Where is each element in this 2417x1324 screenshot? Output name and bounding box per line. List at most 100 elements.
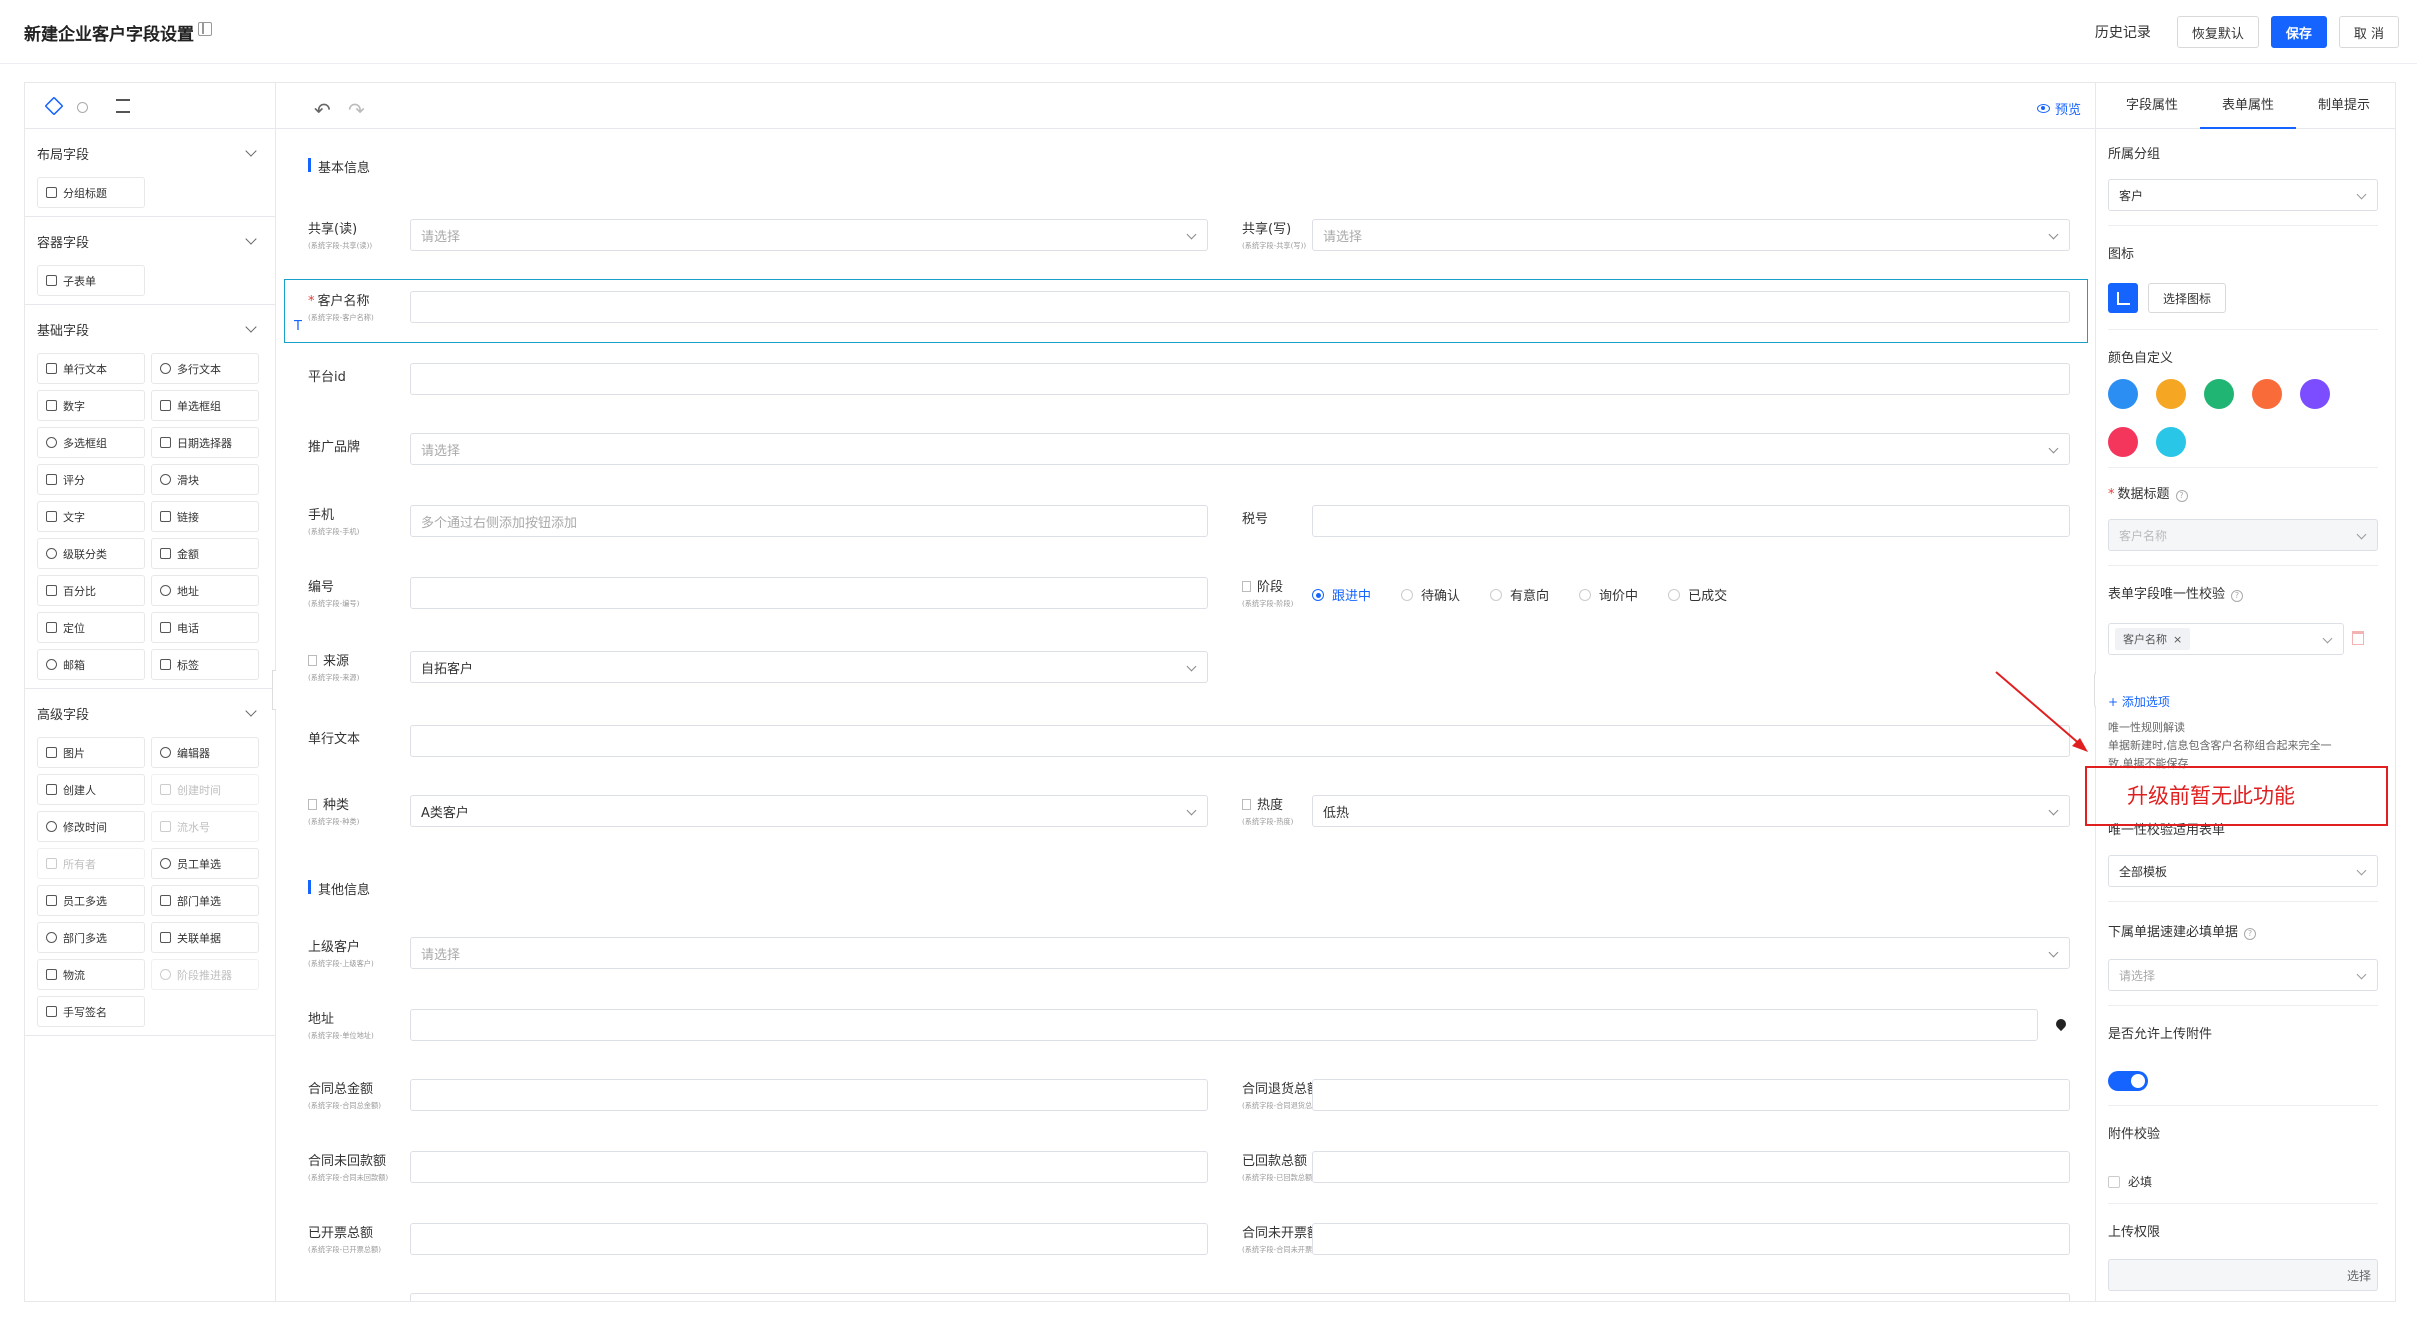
- history-link[interactable]: 历史记录: [2095, 22, 2151, 42]
- palette-field-item[interactable]: 电话: [151, 612, 259, 643]
- palette-field-item[interactable]: 子表单: [37, 265, 145, 296]
- palette-field-item[interactable]: 员工单选: [151, 848, 259, 879]
- contract-unpaid-input[interactable]: [410, 1151, 1208, 1183]
- brand-select[interactable]: 请选择: [410, 433, 2070, 465]
- platform-id-input[interactable]: [410, 363, 2070, 395]
- palette-field-item[interactable]: 邮箱: [37, 649, 145, 680]
- panel-toggle-icon[interactable]: [198, 22, 212, 36]
- palette-field-item[interactable]: 修改时间: [37, 811, 145, 842]
- field-type-icon: [46, 932, 57, 943]
- palette-field-item[interactable]: 地址: [151, 575, 259, 606]
- color-swatch[interactable]: [2156, 379, 2186, 409]
- palette-field-item[interactable]: 多选框组: [37, 427, 145, 458]
- trash-icon[interactable]: [2352, 631, 2364, 645]
- restore-default-button[interactable]: 恢复默认: [2176, 16, 2259, 48]
- stage-option[interactable]: 待确认: [1401, 585, 1460, 604]
- icon-label: 图标: [2108, 247, 2135, 262]
- required-docs-select[interactable]: 请选择: [2108, 959, 2378, 991]
- contract-total-input[interactable]: [410, 1079, 1208, 1111]
- component-cube-icon[interactable]: [44, 95, 64, 116]
- palette-field-item[interactable]: 级联分类: [37, 538, 145, 569]
- palette-field-item[interactable]: 数字: [37, 390, 145, 421]
- palette-field-item[interactable]: 文字: [37, 501, 145, 532]
- palette-field-item[interactable]: 单行文本: [37, 353, 145, 384]
- location-pin-icon[interactable]: [2053, 1016, 2069, 1032]
- redo-icon[interactable]: ↷: [348, 98, 365, 122]
- cancel-button[interactable]: 取 消: [2338, 16, 2399, 48]
- field-type-icon: [160, 511, 171, 522]
- single-text-input[interactable]: [410, 725, 2070, 757]
- palette-group-header[interactable]: 高级字段: [25, 689, 275, 737]
- tab-field-props[interactable]: 字段属性: [2104, 83, 2200, 129]
- palette-group-header[interactable]: 容器字段: [25, 217, 275, 265]
- palette-field-item[interactable]: 标签: [151, 649, 259, 680]
- add-option-link[interactable]: + 添加选项: [2108, 693, 2170, 710]
- code-input[interactable]: [410, 577, 1208, 609]
- tax-input[interactable]: [1312, 505, 2070, 537]
- palette-field-item[interactable]: 滑块: [151, 464, 259, 495]
- upload-toggle[interactable]: [2108, 1071, 2148, 1091]
- unique-note-title: 唯一性规则解读: [2108, 721, 2185, 734]
- palette-field-item[interactable]: 部门多选: [37, 922, 145, 953]
- share-read-select[interactable]: 请选择: [410, 219, 1208, 251]
- palette-field-item[interactable]: 图片: [37, 737, 145, 768]
- share-write-select[interactable]: 请选择: [1312, 219, 2070, 251]
- help-icon[interactable]: [77, 101, 88, 113]
- preview-button[interactable]: 预览: [2036, 99, 2081, 118]
- contract-return-input[interactable]: [1312, 1079, 2070, 1111]
- choose-icon-button[interactable]: 选择图标: [2148, 283, 2227, 313]
- required-checkbox[interactable]: 必填: [2108, 1173, 2152, 1190]
- palette-field-item[interactable]: 手写签名: [37, 996, 145, 1027]
- palette-field-item[interactable]: 部门单选: [151, 885, 259, 916]
- palette-field-item[interactable]: 单选框组: [151, 390, 259, 421]
- stage-option[interactable]: 已成交: [1668, 585, 1727, 604]
- palette-field-item[interactable]: 员工多选: [37, 885, 145, 916]
- address-label: 地址 (系统字段-单位地址): [308, 1012, 374, 1040]
- uninvoiced-input[interactable]: [1312, 1223, 2070, 1255]
- palette-field-item[interactable]: 日期选择器: [151, 427, 259, 458]
- palette-field-item[interactable]: 编辑器: [151, 737, 259, 768]
- kind-select[interactable]: A类客户: [410, 795, 1208, 827]
- stage-option[interactable]: 有意向: [1490, 585, 1549, 604]
- group-select[interactable]: 客户: [2108, 179, 2378, 211]
- next-field-input[interactable]: [410, 1293, 2070, 1301]
- color-swatch[interactable]: [2300, 379, 2330, 409]
- heat-select[interactable]: 低热: [1312, 795, 2070, 827]
- palette-field-item[interactable]: 物流: [37, 959, 145, 990]
- palette-field-item[interactable]: 分组标题: [37, 177, 145, 208]
- palette-group-header[interactable]: 布局字段: [25, 129, 275, 177]
- palette-field-item[interactable]: 百分比: [37, 575, 145, 606]
- chart-icon[interactable]: [2108, 283, 2138, 313]
- choose-button[interactable]: 选择: [2347, 1267, 2371, 1284]
- palette-field-item[interactable]: 创建人: [37, 774, 145, 805]
- paid-total-input[interactable]: [1312, 1151, 2070, 1183]
- palette-field-item[interactable]: 关联单据: [151, 922, 259, 953]
- parent-select[interactable]: 请选择: [410, 937, 2070, 969]
- color-swatch[interactable]: [2252, 379, 2282, 409]
- palette-field-item[interactable]: 多行文本: [151, 353, 259, 384]
- source-select[interactable]: 自拓客户: [410, 651, 1208, 683]
- color-swatch[interactable]: [2108, 379, 2138, 409]
- customer-name-input[interactable]: [410, 291, 2070, 323]
- color-swatch[interactable]: [2156, 427, 2186, 457]
- palette-field-item[interactable]: 评分: [37, 464, 145, 495]
- save-button[interactable]: 保存: [2270, 16, 2327, 48]
- palette-field-item[interactable]: 金额: [151, 538, 259, 569]
- stage-option[interactable]: 跟进中: [1312, 585, 1371, 604]
- palette-field-item[interactable]: 链接: [151, 501, 259, 532]
- tab-form-props[interactable]: 表单属性: [2200, 83, 2296, 129]
- color-swatch[interactable]: [2108, 427, 2138, 457]
- undo-icon[interactable]: ↶: [314, 98, 331, 122]
- invoiced-input[interactable]: [410, 1223, 1208, 1255]
- address-input[interactable]: [410, 1009, 2038, 1041]
- outline-tree-icon[interactable]: [116, 98, 130, 113]
- scope-select[interactable]: 全部模板: [2108, 855, 2378, 887]
- color-swatch[interactable]: [2204, 379, 2234, 409]
- unique-select[interactable]: 客户名称 ×: [2108, 623, 2344, 655]
- palette-field-item[interactable]: 定位: [37, 612, 145, 643]
- palette-group-header[interactable]: 基础字段: [25, 305, 275, 353]
- phone-input[interactable]: 多个通过右侧添加按钮添加: [410, 505, 1208, 537]
- palette-field-label: 百分比: [63, 584, 96, 598]
- stage-option[interactable]: 询价中: [1579, 585, 1638, 604]
- tab-form-tips[interactable]: 制单提示: [2296, 83, 2392, 129]
